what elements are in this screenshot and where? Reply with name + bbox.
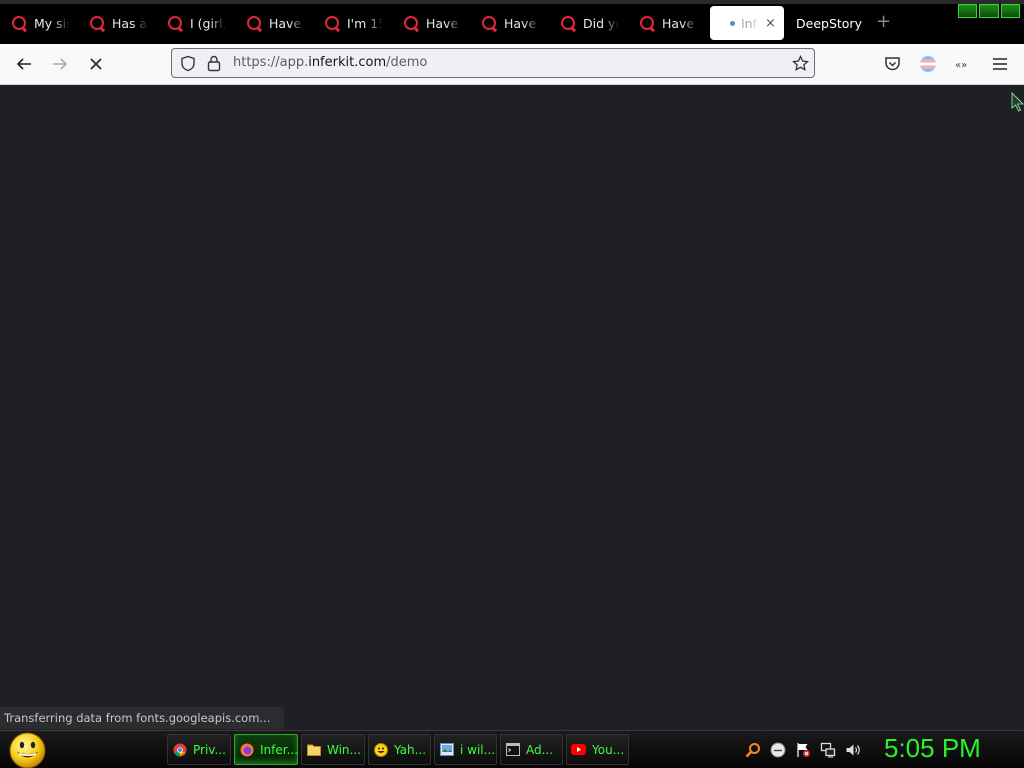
overflow-extension-button[interactable]: «»	[954, 54, 974, 74]
tab-label: I'm 15	[347, 15, 383, 31]
tab-label: My sist	[34, 15, 70, 31]
stop-loading-button[interactable]	[86, 54, 106, 74]
network-icon[interactable]	[819, 742, 836, 759]
tab-label: Have y	[426, 15, 462, 31]
quora-icon	[168, 16, 182, 30]
tab-deepstory[interactable]: DeepStory	[796, 6, 862, 40]
shield-icon[interactable]	[180, 55, 196, 72]
back-button[interactable]	[14, 54, 34, 74]
quora-icon	[325, 16, 339, 30]
tab-label: Has an	[112, 15, 148, 31]
taskbar-item-cmd[interactable]: Ad...	[500, 734, 563, 765]
taskbar-item-explorer[interactable]: Win...	[301, 734, 365, 765]
new-tab-button[interactable]: +	[876, 12, 891, 32]
status-panel: Transferring data from fonts.googleapis.…	[0, 707, 285, 729]
tab-label: Have y	[269, 15, 305, 31]
tab-quora-9[interactable]: Have y	[640, 6, 698, 40]
tab-inferkit-active[interactable]: Infe ×	[710, 6, 784, 40]
folder-icon	[306, 742, 321, 757]
taskbar-label: Yah...	[394, 742, 427, 757]
extension-quote-icon: «»	[955, 60, 967, 69]
quora-icon	[247, 16, 261, 30]
taskbar-label: Ad...	[526, 742, 554, 757]
close-window-button[interactable]	[1000, 4, 1020, 18]
taskbar-clock[interactable]: 5:05 PM	[884, 733, 981, 764]
bookmark-star-icon[interactable]	[792, 55, 809, 72]
taskbar-label: You...	[592, 742, 625, 757]
tab-label: Have y	[504, 15, 540, 31]
lock-icon[interactable]	[207, 55, 221, 72]
volume-icon[interactable]	[844, 742, 861, 759]
extension-button[interactable]	[918, 54, 938, 74]
search-icon[interactable]	[744, 742, 761, 759]
tab-label: I (girl, 2	[190, 15, 226, 31]
youtube-icon	[571, 742, 586, 757]
back-arrow-icon	[16, 58, 31, 70]
image-viewer-icon	[439, 742, 454, 757]
svg-text:«»: «»	[955, 60, 967, 69]
taskbar-item-chrome[interactable]: Priv...	[167, 734, 231, 765]
cmd-icon	[505, 742, 520, 757]
pocket-button[interactable]	[882, 54, 902, 74]
tab-quora-4[interactable]: Have y	[247, 6, 305, 40]
url-text[interactable]: https://app.inferkit.com/demo	[233, 55, 427, 70]
taskbar-item-yahoo[interactable]: Yah...	[368, 734, 431, 765]
url-prefix: https://app.	[233, 55, 309, 70]
tab-quora-3[interactable]: I (girl, 2	[168, 6, 226, 40]
tab-quora-5[interactable]: I'm 15	[325, 6, 383, 40]
taskbar-item-image-viewer[interactable]: i wil...	[434, 734, 497, 765]
loading-dot-icon	[730, 20, 735, 26]
tab-label: Did yo	[583, 15, 619, 31]
hamburger-menu-icon	[993, 58, 1007, 70]
tab-strip: My sist Has an I (girl, 2 Have y I'm 15 …	[0, 0, 1024, 44]
mouse-cursor-icon	[1011, 92, 1024, 112]
maximize-button[interactable]	[979, 4, 999, 18]
taskbar-label: Priv...	[193, 742, 226, 757]
yahoo-smiley-icon	[373, 742, 388, 757]
stop-x-icon	[90, 58, 102, 70]
tab-quora-1[interactable]: My sist	[12, 6, 70, 40]
forward-button[interactable]	[50, 54, 70, 74]
chrome-icon	[172, 742, 187, 757]
page-content-area	[0, 85, 1024, 730]
minimize-button[interactable]	[958, 4, 978, 18]
navigation-toolbar: https://app.inferkit.com/demo «»	[0, 44, 1024, 85]
tab-label: DeepStory	[796, 15, 862, 31]
tab-quora-6[interactable]: Have y	[404, 6, 462, 40]
system-tray	[744, 740, 861, 760]
quora-icon	[640, 16, 654, 30]
taskbar-label: Win...	[327, 742, 361, 757]
forward-arrow-icon	[53, 58, 68, 70]
taskbar-label: Infer...	[260, 742, 299, 757]
pride-flag-extension-icon	[920, 56, 936, 72]
pocket-icon	[884, 57, 900, 71]
window-controls[interactable]	[958, 4, 1020, 18]
tab-label: Infe	[741, 15, 759, 31]
quora-icon	[90, 16, 104, 30]
firefox-icon	[239, 742, 254, 757]
menu-button[interactable]	[990, 54, 1010, 74]
taskbar: Priv... Infer... Win... Yah... i wil... …	[0, 730, 1024, 768]
tab-quora-7[interactable]: Have y	[482, 6, 540, 40]
url-bar[interactable]: https://app.inferkit.com/demo	[171, 48, 815, 78]
quora-icon	[561, 16, 575, 30]
url-host: inferkit.com	[308, 55, 387, 70]
taskbar-item-youtube[interactable]: You...	[566, 734, 629, 765]
action-center-flag-icon[interactable]	[794, 742, 811, 759]
tab-strip-edge	[0, 0, 1024, 4]
close-tab-icon[interactable]: ×	[765, 16, 776, 31]
tab-label: Have y	[662, 15, 698, 31]
messenger-tray-icon[interactable]	[769, 742, 786, 759]
start-button-smiley-icon[interactable]	[9, 732, 46, 768]
quora-icon	[404, 16, 418, 30]
taskbar-item-firefox[interactable]: Infer...	[234, 734, 298, 765]
quora-icon	[12, 16, 26, 30]
tab-quora-8[interactable]: Did yo	[561, 6, 619, 40]
tab-quora-2[interactable]: Has an	[90, 6, 148, 40]
taskbar-label: i wil...	[460, 742, 496, 757]
quora-icon	[482, 16, 496, 30]
url-path: /demo	[386, 55, 428, 70]
